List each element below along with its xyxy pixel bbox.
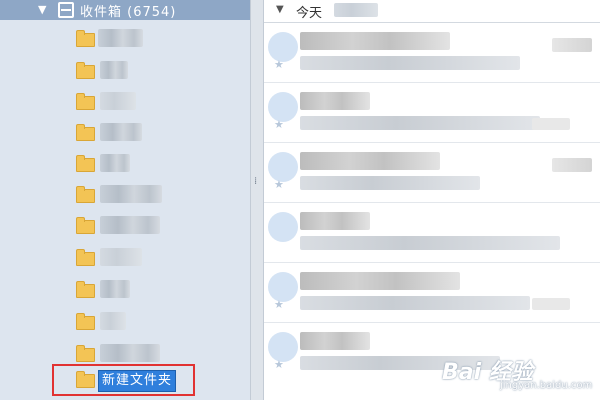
folder-icon [76, 155, 95, 172]
folder-item[interactable] [0, 24, 250, 54]
folder-item[interactable] [0, 56, 250, 86]
folder-icon [76, 217, 95, 234]
folder-pane: ▼ 收件箱 (6754) 新建文件夹 [0, 0, 250, 400]
folder-icon [76, 62, 95, 79]
contact-avatar [268, 212, 298, 242]
folder-icon [76, 281, 95, 298]
redacted-folder-name [100, 280, 130, 298]
folder-item[interactable] [0, 118, 250, 148]
star-icon[interactable]: ★ [274, 178, 284, 191]
redacted-sender [300, 32, 450, 50]
redacted-folder-name [100, 154, 130, 172]
baidu-jingyan-watermark: Bai 经验 jingyan.baidu.com [442, 354, 592, 394]
date-group-label: 今天 [296, 6, 323, 21]
folder-icon [76, 313, 95, 330]
message-row[interactable]: ★ [264, 84, 600, 143]
redacted-folder-name [98, 29, 143, 47]
date-group-header[interactable]: ▼ 今天 [264, 0, 600, 23]
folder-item[interactable] [0, 180, 250, 210]
folder-icon [76, 30, 95, 47]
redacted-subject [300, 56, 520, 70]
folder-item[interactable] [0, 149, 250, 179]
redacted-date [532, 118, 570, 130]
redacted-subject [300, 236, 560, 250]
message-row[interactable] [264, 204, 600, 263]
folder-item[interactable] [0, 87, 250, 117]
message-list: ▼ 今天 ★ ★ ★ ★ ★ Bai 经验 jingyan.baidu.com [264, 0, 600, 400]
collapse-arrow-icon[interactable]: ▼ [276, 4, 284, 15]
pane-splitter[interactable]: ⁞ [250, 0, 264, 400]
star-icon[interactable]: ★ [274, 298, 284, 311]
inbox-folder[interactable]: ▼ 收件箱 (6754) [0, 0, 250, 20]
redacted-sender [300, 332, 370, 350]
redacted-folder-name [100, 123, 142, 141]
redacted-text [334, 3, 378, 17]
folder-icon [76, 124, 95, 141]
redacted-folder-name [100, 185, 162, 203]
folder-icon [76, 249, 95, 266]
redacted-subject [300, 176, 480, 190]
redacted-date [552, 38, 592, 52]
grip-icon: ⁞ [254, 176, 257, 187]
new-folder-row[interactable]: 新建文件夹 [52, 364, 195, 396]
redacted-sender [300, 272, 460, 290]
message-row[interactable]: ★ [264, 144, 600, 203]
message-row[interactable]: ★ [264, 24, 600, 83]
folder-item[interactable] [0, 307, 250, 337]
mail-client: ▼ 收件箱 (6754) 新建文件夹 ⁞ ▼ 今天 ★ ★ ★ ★ ★ Bai … [0, 0, 600, 400]
folder-icon [76, 186, 95, 203]
redacted-folder-name [100, 312, 126, 330]
message-row[interactable]: ★ [264, 264, 600, 323]
redacted-folder-name [100, 92, 136, 110]
redacted-sender [300, 152, 440, 170]
inbox-label: 收件箱 (6754) [80, 5, 177, 20]
inbox-icon [58, 2, 74, 18]
redacted-date [552, 158, 592, 172]
collapse-arrow-icon[interactable]: ▼ [38, 3, 46, 16]
redacted-date [532, 298, 570, 310]
watermark-url: jingyan.baidu.com [500, 380, 593, 391]
redacted-sender [300, 212, 370, 230]
folder-icon [76, 371, 95, 388]
folder-item[interactable] [0, 211, 250, 241]
new-folder-name-input[interactable]: 新建文件夹 [98, 370, 177, 392]
folder-icon [76, 345, 95, 362]
redacted-folder-name [100, 216, 160, 234]
folder-icon [76, 93, 95, 110]
redacted-folder-name [100, 344, 160, 362]
folder-item[interactable] [0, 275, 250, 305]
redacted-sender [300, 92, 370, 110]
star-icon[interactable]: ★ [274, 58, 284, 71]
folder-item[interactable] [0, 243, 250, 273]
redacted-folder-name [100, 61, 128, 79]
redacted-subject [300, 116, 540, 130]
redacted-folder-name [100, 248, 142, 266]
redacted-subject [300, 296, 530, 310]
star-icon[interactable]: ★ [274, 358, 284, 371]
star-icon[interactable]: ★ [274, 118, 284, 131]
